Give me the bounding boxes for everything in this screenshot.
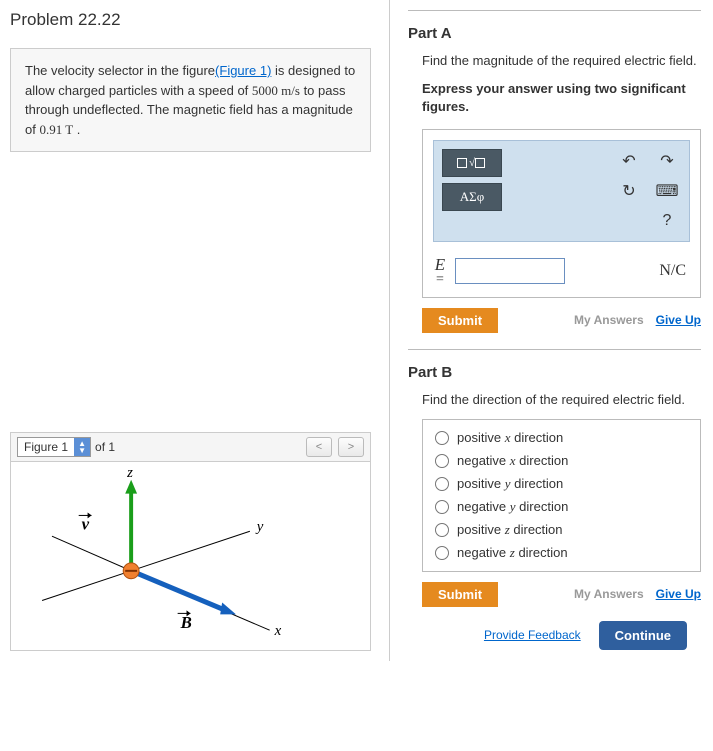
my-answers-link[interactable]: My Answers bbox=[574, 587, 644, 601]
help-icon[interactable]: ? bbox=[656, 211, 678, 231]
part-a-title: Part A bbox=[408, 25, 701, 42]
part-b-title: Part B bbox=[408, 364, 701, 381]
undo-icon[interactable]: ↶ bbox=[618, 151, 640, 171]
choice-pos-x[interactable]: positive x direction bbox=[435, 430, 688, 446]
provide-feedback-link[interactable]: Provide Feedback bbox=[484, 628, 581, 642]
prev-figure-button[interactable]: < bbox=[306, 437, 332, 457]
stepper-icon[interactable]: ▲▼ bbox=[74, 438, 90, 456]
variable-label: E bbox=[433, 256, 447, 273]
next-figure-button[interactable]: > bbox=[338, 437, 364, 457]
figure-count: of 1 bbox=[95, 440, 115, 454]
choice-text: direction bbox=[516, 499, 569, 514]
choice-panel: positive x direction negative x directio… bbox=[422, 419, 701, 572]
choice-text: negative bbox=[457, 545, 510, 560]
divider bbox=[408, 349, 701, 350]
templates-button[interactable]: √ bbox=[442, 149, 502, 177]
keyboard-icon[interactable]: ⌨ bbox=[656, 181, 678, 201]
redo-icon[interactable]: ↷ bbox=[656, 151, 678, 171]
vector-b-label: B bbox=[180, 613, 192, 632]
figure-select[interactable]: Figure 1 ▲▼ bbox=[17, 437, 91, 457]
axis-x-label: x bbox=[274, 623, 282, 639]
figure-toolbar: Figure 1 ▲▼ of 1 < > bbox=[10, 432, 371, 461]
part-a-instruction: Express your answer using two significan… bbox=[422, 80, 701, 116]
choice-pos-y[interactable]: positive y direction bbox=[435, 476, 688, 492]
speed-value: 5000 m/s bbox=[252, 83, 300, 98]
choice-pos-z[interactable]: positive z direction bbox=[435, 522, 688, 538]
answer-panel-a: √ ΑΣφ ↶ ↷ ↻ ⌨ ? E = N/ bbox=[422, 129, 701, 298]
magnetic-value: 0.91 T bbox=[39, 122, 73, 137]
unit-label: N/C bbox=[659, 262, 690, 280]
choice-text: direction bbox=[510, 522, 563, 537]
choice-neg-x[interactable]: negative x direction bbox=[435, 453, 688, 469]
continue-button[interactable]: Continue bbox=[599, 621, 687, 650]
submit-button-a[interactable]: Submit bbox=[422, 308, 498, 333]
give-up-link[interactable]: Give Up bbox=[656, 313, 701, 327]
problem-title: Problem 22.22 bbox=[10, 10, 371, 30]
figure-select-label: Figure 1 bbox=[18, 440, 74, 454]
radio-input[interactable] bbox=[435, 477, 449, 491]
answer-input[interactable] bbox=[455, 258, 565, 284]
choice-text: positive bbox=[457, 430, 505, 445]
radio-input[interactable] bbox=[435, 523, 449, 537]
figure-link[interactable]: (Figure 1) bbox=[215, 63, 271, 78]
text: . bbox=[73, 122, 80, 137]
choice-text: positive bbox=[457, 522, 505, 537]
choice-text: direction bbox=[515, 545, 568, 560]
equals-sign: = bbox=[436, 273, 444, 287]
my-answers-link[interactable]: My Answers bbox=[574, 313, 644, 327]
choice-text: positive bbox=[457, 476, 505, 491]
equation-toolbar: √ ΑΣφ ↶ ↷ ↻ ⌨ ? bbox=[433, 140, 690, 242]
choice-text: direction bbox=[510, 476, 563, 491]
text: The velocity selector in the figure bbox=[25, 63, 215, 78]
submit-button-b[interactable]: Submit bbox=[422, 582, 498, 607]
choice-text: negative bbox=[457, 499, 510, 514]
choice-text: negative bbox=[457, 453, 510, 468]
radio-input[interactable] bbox=[435, 454, 449, 468]
figure-canvas: y x z v B bbox=[10, 461, 371, 651]
reset-icon[interactable]: ↻ bbox=[618, 181, 640, 201]
problem-statement: The velocity selector in the figure(Figu… bbox=[10, 48, 371, 152]
choice-text: direction bbox=[516, 453, 569, 468]
axis-y-label: y bbox=[255, 519, 264, 535]
choice-neg-z[interactable]: negative z direction bbox=[435, 545, 688, 561]
radio-input[interactable] bbox=[435, 500, 449, 514]
part-a-prompt: Find the magnitude of the required elect… bbox=[422, 52, 701, 70]
axis-z-label: z bbox=[126, 465, 133, 481]
choice-neg-y[interactable]: negative y direction bbox=[435, 499, 688, 515]
part-b-prompt: Find the direction of the required elect… bbox=[422, 391, 701, 409]
radio-input[interactable] bbox=[435, 431, 449, 445]
choice-text: direction bbox=[510, 430, 563, 445]
divider bbox=[408, 10, 701, 11]
radio-input[interactable] bbox=[435, 546, 449, 560]
greek-button[interactable]: ΑΣφ bbox=[442, 183, 502, 211]
give-up-link[interactable]: Give Up bbox=[656, 587, 701, 601]
